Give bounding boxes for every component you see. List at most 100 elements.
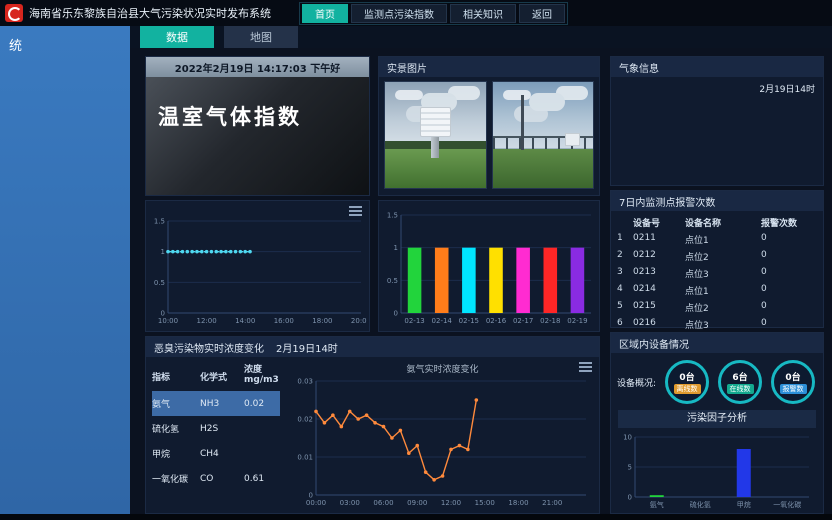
photos-header: 实景图片: [379, 57, 599, 77]
greeting-datetime: 2022年2月19日 14:17:03 下午好: [175, 60, 340, 75]
weather-timestamp: 2月19日14时: [759, 82, 815, 95]
weather-panel: 气象信息 2月19日14时: [610, 56, 824, 186]
chart-menu-icon[interactable]: [349, 206, 362, 216]
svg-text:02-17: 02-17: [513, 317, 533, 325]
offline-label: 离线数: [674, 384, 701, 394]
ammonia-chart-area: 氨气实时浓度变化 00.010.020.0300:0003:0006:0009:…: [286, 357, 599, 513]
photos-title: 实景图片: [387, 60, 427, 75]
table-row: 20212点位20: [611, 247, 823, 264]
photos-panel: 实景图片: [378, 56, 600, 196]
offline-count-circle: 0台 离线数: [665, 360, 709, 404]
svg-text:14:00: 14:00: [235, 317, 255, 325]
odor-row-ch4[interactable]: 甲烷CH4: [152, 441, 280, 466]
devices-panel: 区域内设备情况 设备概况: 0台 离线数 6台 在线数 0台 报警数 污染因子分…: [610, 332, 824, 514]
odor-body: 指标 化学式 浓度 mg/m3 氨气NH30.02 硫化氢H2S: [146, 357, 599, 513]
odor-title: 恶臭污染物实时浓度变化: [154, 340, 264, 355]
alarm-panel: 7日内监测点报警次数 设备号 设备名称 报警次数 10211点位10 20212…: [610, 190, 824, 328]
table-row: 10211点位10: [611, 230, 823, 247]
alarm-table-header: 设备号 设备名称 报警次数: [611, 211, 823, 230]
photo-grass: [493, 149, 594, 188]
svg-text:02-16: 02-16: [486, 317, 507, 325]
tab-bar: 数据 地图: [130, 26, 832, 48]
svg-text:02-15: 02-15: [459, 317, 479, 325]
tab-map[interactable]: 地图: [224, 26, 298, 48]
page-title: 温室气体指数: [158, 101, 357, 131]
device-overview-label: 设备概况:: [617, 376, 656, 389]
app-root: 海南省乐东黎族自治县大气污染状况实时发布系统 首页 监测点污染指数 相关知识 返…: [0, 0, 832, 520]
odor-row-h2s[interactable]: 硫化氢H2S: [152, 416, 280, 441]
svg-text:00:00: 00:00: [306, 499, 326, 507]
factor-analysis-title: 污染因子分析: [618, 410, 816, 428]
sidebar: 统: [0, 26, 130, 514]
svg-text:5: 5: [628, 464, 632, 472]
svg-text:0.02: 0.02: [297, 416, 313, 424]
svg-text:1.5: 1.5: [387, 212, 398, 220]
svg-text:06:00: 06:00: [373, 499, 393, 507]
photo-pole: [521, 95, 524, 150]
app-title: 海南省乐东黎族自治县大气污染状况实时发布系统: [29, 5, 271, 21]
tab-data[interactable]: 数据: [140, 26, 214, 48]
site-photo-2: [492, 81, 595, 189]
site-photo-1: [384, 81, 487, 189]
factor-bar-chart: 0510氨气硫化氢甲烷一氧化碳: [619, 431, 815, 511]
online-label: 在线数: [727, 384, 754, 394]
svg-text:02-13: 02-13: [404, 317, 424, 325]
svg-text:10: 10: [623, 434, 632, 442]
greeting-panel: 2022年2月19日 14:17:03 下午好 温室气体指数: [145, 56, 370, 196]
greenhouse-line-chart: 00.511.510:0012:0014:0016:0018:0020:00: [148, 215, 367, 327]
weather-header: 气象信息: [611, 57, 823, 77]
nav-pollution-index-button[interactable]: 监测点污染指数: [351, 4, 447, 23]
odor-timestamp: 2月19日14时: [276, 340, 338, 355]
svg-text:甲烷: 甲烷: [737, 500, 751, 509]
svg-text:0: 0: [628, 494, 632, 502]
odor-header: 恶臭污染物实时浓度变化 2月19日14时: [146, 337, 599, 357]
svg-text:0.5: 0.5: [387, 277, 398, 285]
alarm-col-count: 报警次数: [761, 216, 819, 229]
nav-knowledge-button[interactable]: 相关知识: [450, 4, 516, 23]
nav-return-button[interactable]: 返回: [519, 4, 565, 23]
svg-text:15:00: 15:00: [475, 499, 495, 507]
svg-text:16:00: 16:00: [274, 317, 294, 325]
main-nav: 首页 监测点污染指数 相关知识 返回: [299, 2, 568, 25]
dashboard-main: 2022年2月19日 14:17:03 下午好 温室气体指数 实景图片: [130, 48, 832, 514]
devices-header: 区域内设备情况: [611, 333, 823, 353]
svg-text:18:00: 18:00: [312, 317, 332, 325]
ammonia-chart-title: 氨气实时浓度变化: [286, 362, 599, 375]
svg-text:氨气: 氨气: [650, 500, 664, 509]
table-row: 40214点位10: [611, 281, 823, 298]
svg-text:21:00: 21:00: [542, 499, 562, 507]
alarm-col-device-id: 设备号: [633, 216, 685, 229]
table-row: 30213点位30: [611, 264, 823, 281]
nav-home-button[interactable]: 首页: [302, 4, 348, 23]
greeting-body: 温室气体指数: [146, 77, 369, 195]
svg-text:0: 0: [394, 310, 398, 318]
devices-title: 区域内设备情况: [619, 336, 689, 351]
photo-equipment-box: [565, 133, 580, 146]
svg-text:0.01: 0.01: [297, 454, 313, 462]
alarm-label: 报警数: [780, 384, 807, 394]
odor-row-ammonia[interactable]: 氨气NH30.02: [152, 391, 280, 416]
svg-text:02-14: 02-14: [432, 317, 453, 325]
svg-text:1: 1: [394, 244, 398, 252]
chart-menu-icon[interactable]: [579, 362, 592, 372]
table-row: 60216点位30: [611, 315, 823, 332]
sidebar-system-item[interactable]: 统: [0, 26, 130, 63]
logo-icon: [5, 4, 23, 22]
weekly-bar-chart-panel: 00.511.502-1302-1402-1502-1602-1702-1802…: [378, 200, 600, 332]
svg-text:12:00: 12:00: [441, 499, 461, 507]
odor-row-co[interactable]: 一氧化碳CO0.61: [152, 466, 280, 491]
weather-title: 气象信息: [619, 60, 659, 75]
alarm-title: 7日内监测点报警次数: [619, 194, 715, 209]
svg-text:10:00: 10:00: [158, 317, 178, 325]
ammonia-line-chart: 00.010.020.0300:0003:0006:0009:0012:0015…: [292, 375, 592, 509]
photo-clouds: [395, 90, 423, 100]
alarm-col-device-name: 设备名称: [685, 216, 761, 229]
svg-text:1.5: 1.5: [154, 218, 165, 226]
svg-text:02-19: 02-19: [567, 317, 587, 325]
svg-text:硫化氢: 硫化氢: [690, 500, 711, 509]
odor-col-formula: 化学式: [200, 370, 244, 383]
alarm-header: 7日内监测点报警次数: [611, 191, 823, 211]
odor-table-header: 指标 化学式 浓度 mg/m3: [152, 361, 280, 391]
greeting-datetime-bar: 2022年2月19日 14:17:03 下午好: [146, 57, 369, 77]
odor-col-indicator: 指标: [152, 370, 200, 383]
